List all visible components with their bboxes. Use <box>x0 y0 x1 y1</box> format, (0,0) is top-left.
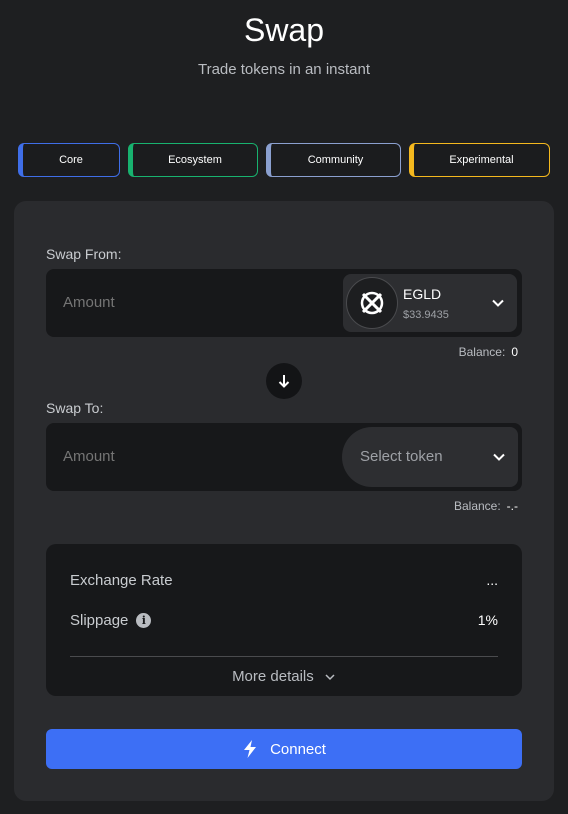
select-token-placeholder: Select token <box>360 448 443 465</box>
tab-core[interactable]: Core <box>18 143 120 177</box>
slippage-label: Slippage <box>70 612 129 629</box>
swap-details-panel: Exchange Rate ... Slippage i 1% More deta… <box>46 544 522 696</box>
swap-to-label: Swap To: <box>46 400 104 416</box>
page-subtitle: Trade tokens in an instant <box>197 61 371 78</box>
exchange-rate-label: Exchange Rate <box>70 572 173 589</box>
connect-button[interactable]: Connect <box>46 729 522 769</box>
balance-label: Balance: <box>458 345 506 359</box>
chevron-down-icon <box>492 299 504 307</box>
balance-value: -.- <box>506 499 518 513</box>
lightning-bolt-icon <box>244 740 257 758</box>
swap-from-row: EGLD $33.9435 <box>46 269 522 337</box>
exchange-rate-value: ... <box>486 572 498 588</box>
balance-label: Balance: <box>453 499 501 513</box>
slippage-row-label: Slippage i <box>70 612 152 629</box>
more-details-toggle[interactable]: More details <box>46 668 522 685</box>
swap-card: Swap From: EGLD $33.9435 Balance: 0 <box>14 201 554 801</box>
info-icon[interactable]: i <box>136 613 152 628</box>
swap-from-token-select[interactable]: EGLD $33.9435 <box>343 274 517 332</box>
chevron-down-icon <box>325 674 335 681</box>
arrow-down-icon <box>278 375 290 388</box>
swap-to-row: Select token <box>46 423 522 491</box>
swap-to-amount-input[interactable] <box>63 423 313 491</box>
tab-experimental[interactable]: Experimental <box>409 143 550 177</box>
divider <box>70 656 498 657</box>
swap-from-amount-input[interactable] <box>63 269 313 337</box>
more-details-label: More details <box>232 668 314 685</box>
token-symbol: EGLD <box>403 286 442 302</box>
swap-from-balance: Balance: 0 <box>459 345 518 359</box>
tab-ecosystem[interactable]: Ecosystem <box>128 143 258 177</box>
balance-value: 0 <box>511 345 518 359</box>
tab-community[interactable]: Community <box>266 143 401 177</box>
swap-from-label: Swap From: <box>46 246 122 262</box>
chevron-down-icon <box>493 453 505 461</box>
switch-direction-button[interactable] <box>266 363 302 399</box>
page-title: Swap <box>243 12 325 48</box>
connect-label: Connect <box>270 740 326 758</box>
swap-to-token-select[interactable]: Select token <box>342 427 518 487</box>
swap-to-balance: Balance: -.- <box>454 499 518 513</box>
token-price: $33.9435 <box>403 309 449 321</box>
egld-logo-icon <box>346 277 398 329</box>
slippage-value: 1% <box>477 612 498 628</box>
